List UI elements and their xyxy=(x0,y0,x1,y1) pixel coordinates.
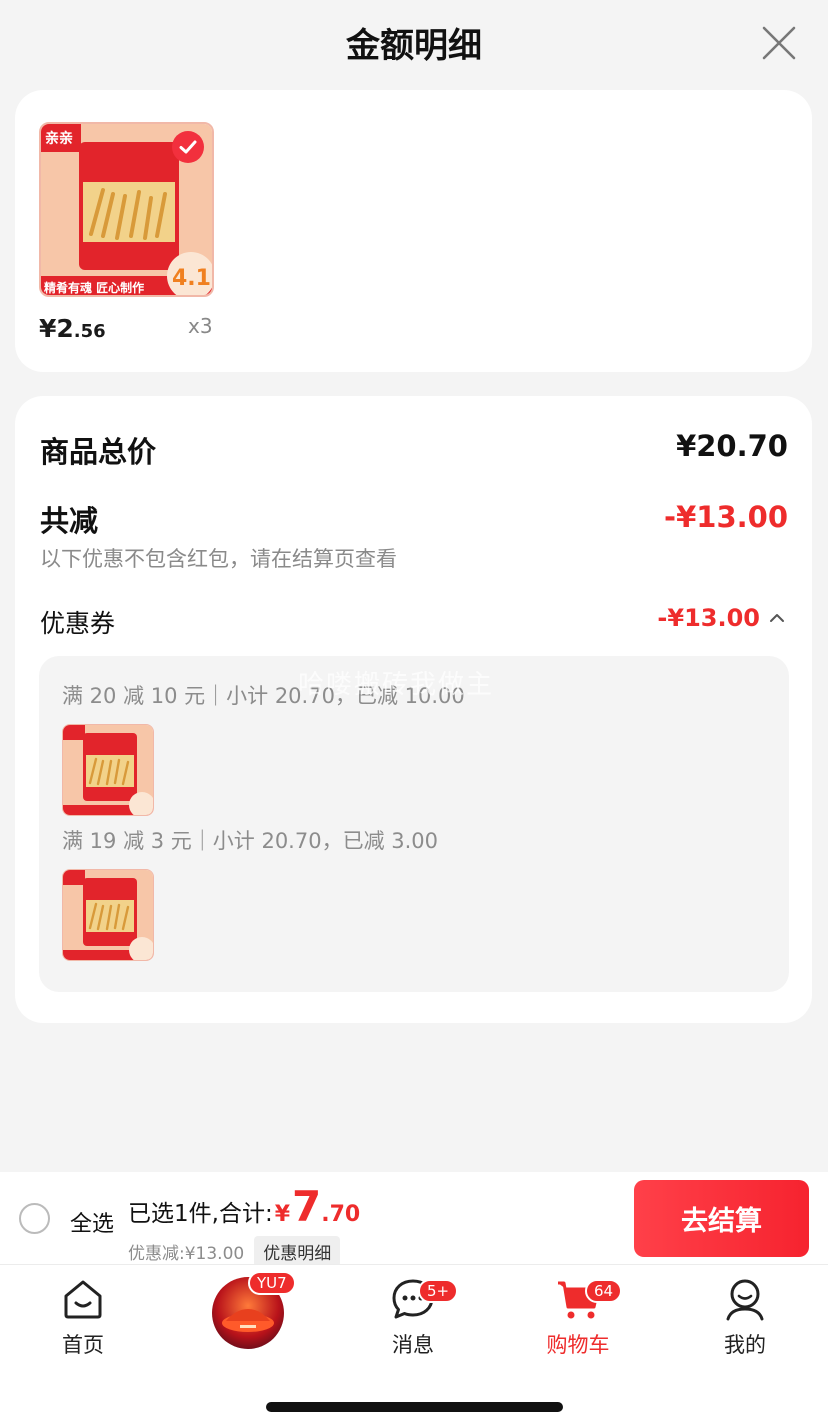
header: 金额明细 xyxy=(0,0,828,86)
coupon-label: 优惠券 xyxy=(40,609,116,638)
discount-note: 以下优惠不包含红包，请在结算页查看 xyxy=(40,547,397,571)
page-title: 金额明细 xyxy=(346,26,482,66)
product-card: 亲亲 精肴有魂 匠心制作 4.1 xyxy=(15,90,812,372)
checkout-bar: 全选 已选1件,合计: ¥ 7 .70 优惠减:¥13.00 优惠明细 去结算 xyxy=(0,1172,828,1267)
tab-cart[interactable]: 购物车 64 xyxy=(523,1275,633,1359)
home-indicator xyxy=(266,1402,563,1412)
sum-label: 已选1件,合计: xyxy=(128,1201,273,1227)
sum-integer: 7 xyxy=(292,1182,322,1231)
price-decimal: .56 xyxy=(73,321,106,342)
sum-currency: ¥ xyxy=(274,1202,291,1227)
tab-me-label: 我的 xyxy=(724,1333,766,1357)
coupon-detail-box: 满 20 减 10 元｜小计 20.70，已减 10.00 满 19 减 3 元… xyxy=(39,656,789,992)
tab-messages[interactable]: 消息 5+ xyxy=(358,1275,468,1359)
tab-me[interactable]: 我的 xyxy=(690,1275,800,1359)
checkout-button[interactable]: 去结算 xyxy=(634,1180,809,1257)
price-integer: ¥2 xyxy=(39,314,74,343)
thumb-brand: 亲亲 xyxy=(45,131,73,147)
reduce-value: -¥13.00 xyxy=(664,500,788,534)
tab-home[interactable]: 首页 xyxy=(28,1275,138,1359)
summary-card: 商品总价 ¥20.70 共减 -¥13.00 以下优惠不包含红包，请在结算页查看… xyxy=(15,396,812,1023)
sum-decimal: .70 xyxy=(321,1202,361,1227)
messages-badge: 5+ xyxy=(418,1279,459,1303)
home-icon xyxy=(64,1280,102,1319)
tab-messages-label: 消息 xyxy=(392,1333,434,1357)
select-all-label[interactable]: 全选 xyxy=(70,1206,114,1238)
reduce-label: 共减 xyxy=(40,504,99,538)
total-label: 商品总价 xyxy=(40,435,157,469)
tab-cart-label: 购物车 xyxy=(546,1333,610,1357)
product-price: ¥2 .56 xyxy=(39,314,106,343)
coupon-product-image[interactable] xyxy=(62,724,154,816)
product-quantity: x3 xyxy=(188,314,213,338)
coupon-toggle[interactable]: -¥13.00 xyxy=(657,604,786,632)
avatar-badge: YU7 xyxy=(248,1271,296,1295)
coupon-rule: 满 19 减 3 元｜小计 20.70，已减 3.00 xyxy=(62,829,439,853)
watermark: 哈喽搬砖我做主 xyxy=(298,670,495,700)
cart-badge: 64 xyxy=(585,1279,623,1303)
chevron-up-icon xyxy=(770,614,784,622)
thumb-tag: 4.1 xyxy=(172,266,211,291)
select-all-radio[interactable] xyxy=(19,1203,50,1234)
tab-avatar[interactable]: YU7 xyxy=(212,1271,296,1349)
discount-detail-button[interactable]: 优惠明细 xyxy=(254,1236,341,1267)
thumb-slogan: 精肴有魂 匠心制作 xyxy=(44,281,145,295)
close-icon[interactable] xyxy=(760,24,798,62)
discount-line: 优惠减:¥13.00 优惠明细 xyxy=(128,1236,341,1267)
coupon-product-image[interactable] xyxy=(62,869,154,961)
discount-amount: 优惠减:¥13.00 xyxy=(128,1244,245,1264)
total-sum: 已选1件,合计: ¥ 7 .70 xyxy=(128,1182,360,1231)
coupon-value: -¥13.00 xyxy=(657,604,760,632)
total-value: ¥20.70 xyxy=(676,429,788,463)
user-icon xyxy=(726,1279,764,1321)
tab-home-label: 首页 xyxy=(62,1333,104,1357)
selected-check-icon[interactable] xyxy=(172,131,204,163)
